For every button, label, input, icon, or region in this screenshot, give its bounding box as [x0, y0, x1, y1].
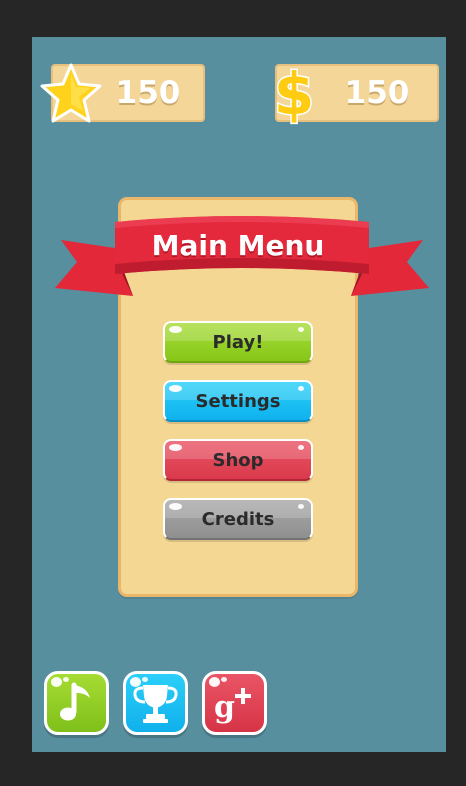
play-button-label: Play! [212, 331, 264, 353]
trophy-icon [133, 685, 178, 723]
credits-button-label: Credits [201, 508, 275, 530]
coin-counter: $ 150 [272, 60, 439, 126]
leaderboard-button[interactable] [123, 671, 188, 735]
svg-text:g: g [214, 690, 235, 725]
menu-title: Main Menu [151, 229, 325, 262]
shop-button[interactable]: Shop [163, 439, 313, 481]
music-toggle-button[interactable] [44, 671, 109, 735]
credits-button[interactable]: Credits [163, 498, 313, 540]
google-plus-button[interactable]: g [202, 671, 267, 735]
svg-text:$: $ [274, 60, 314, 126]
google-plus-icon: g [214, 688, 251, 725]
coin-count: 150 [344, 75, 410, 111]
dollar-icon: $ [272, 60, 315, 126]
shop-button-label: Shop [212, 449, 264, 471]
game-screen: 150 $ 150 Main Menu Play! Settings Shop … [32, 37, 446, 752]
play-button[interactable]: Play! [163, 321, 313, 363]
music-note-icon [60, 682, 90, 721]
star-counter: 150 [40, 63, 205, 123]
settings-button-label: Settings [195, 390, 281, 412]
star-count: 150 [115, 75, 181, 111]
settings-button[interactable]: Settings [163, 380, 313, 422]
